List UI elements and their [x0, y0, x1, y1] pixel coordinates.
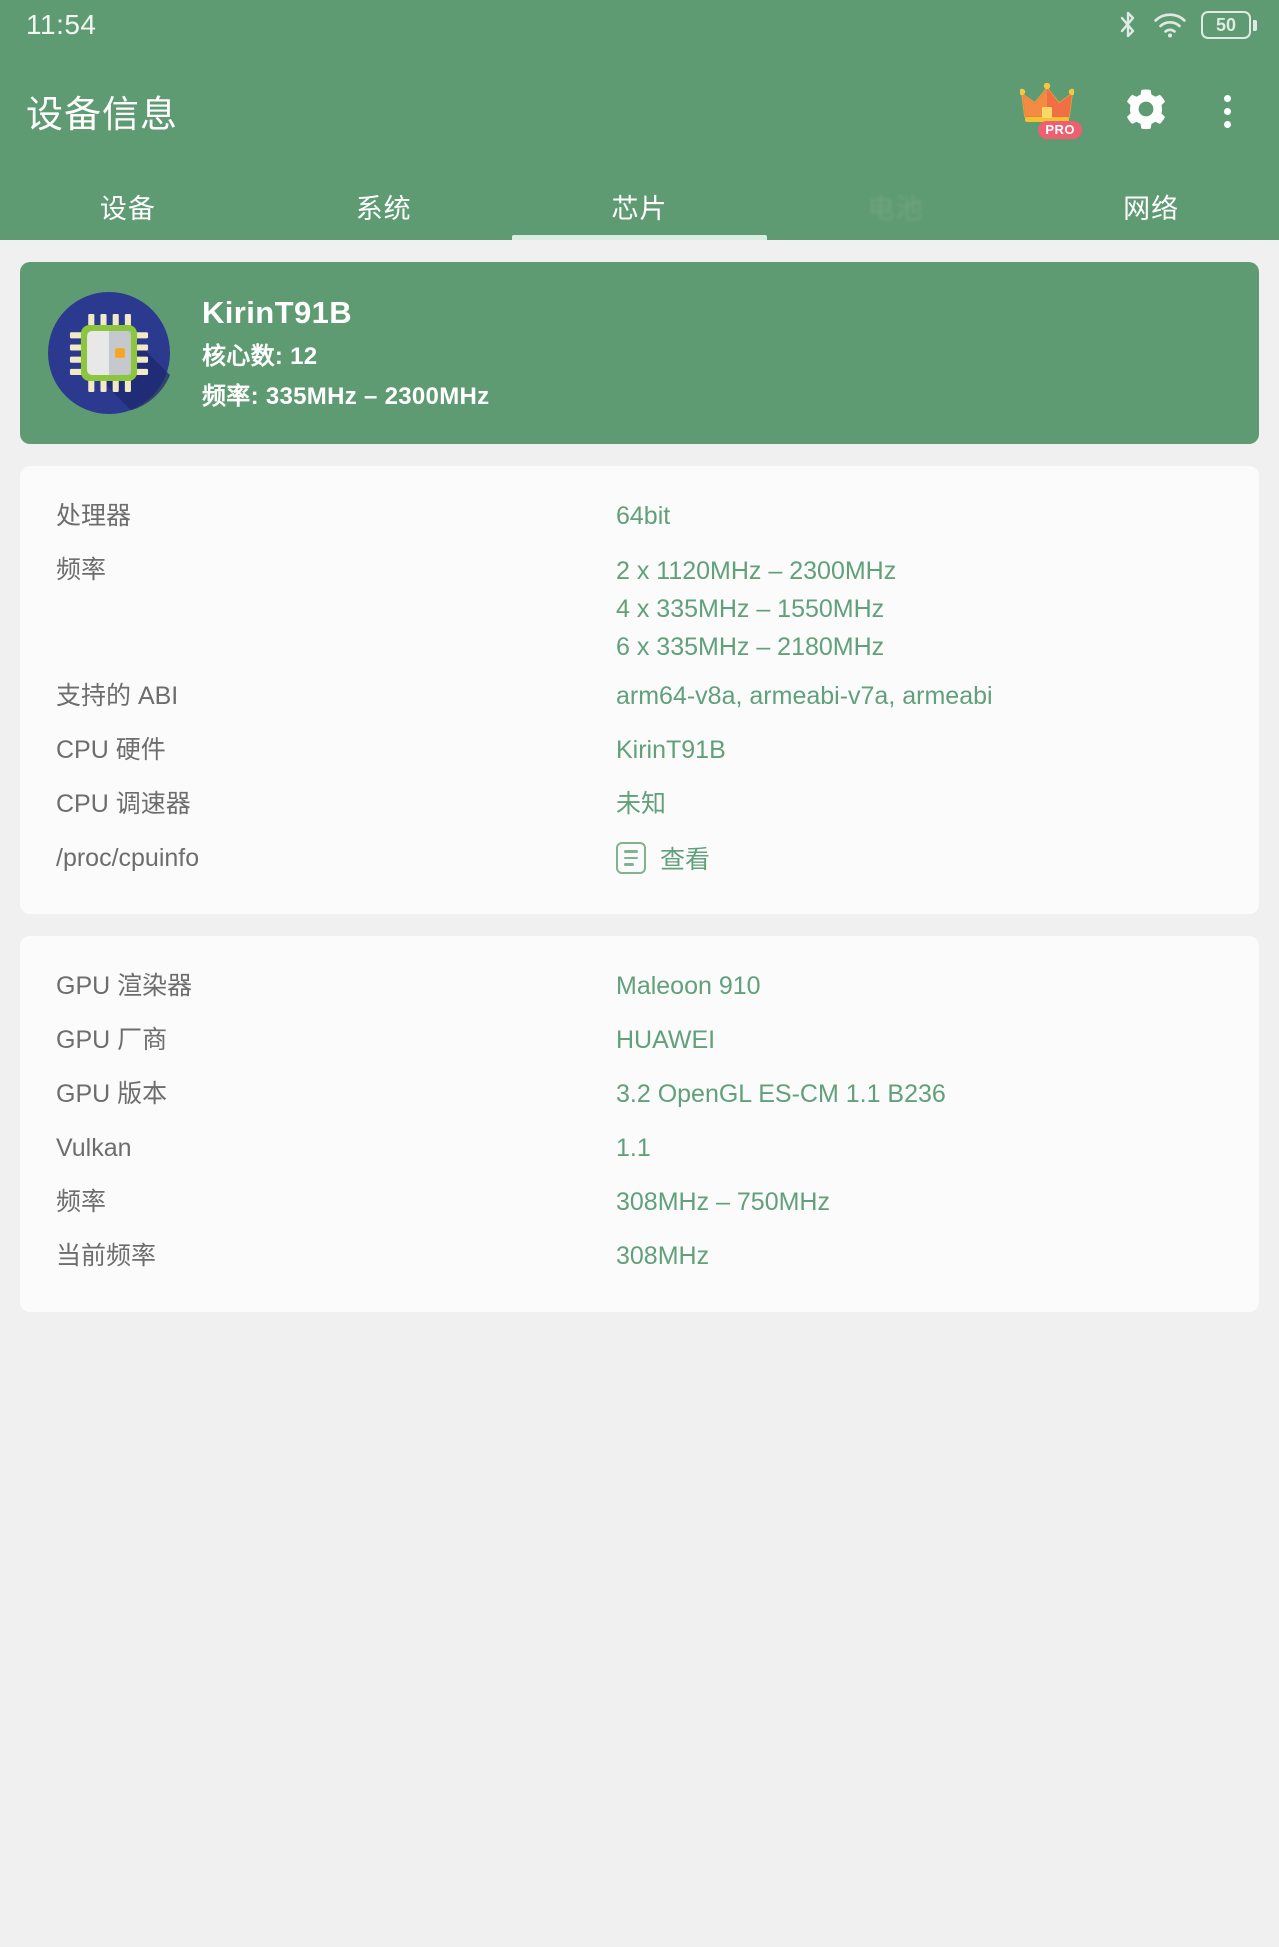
bluetooth-icon: [1117, 10, 1139, 40]
chip-name: KirinT91B: [202, 294, 353, 330]
cpuinfo-row[interactable]: /proc/cpuinfo 查看: [56, 834, 1223, 888]
row-label: /proc/cpuinfo: [56, 844, 200, 872]
gear-icon: [1122, 85, 1170, 138]
settings-button[interactable]: [1122, 85, 1170, 138]
cpu-chip-icon: [48, 292, 170, 414]
chip-frequency-range: 频率: 335MHz – 2300MHz: [202, 383, 490, 411]
table-row[interactable]: 频率 308MHz – 750MHz: [56, 1178, 1223, 1232]
status-clock: 11:54: [26, 9, 97, 40]
row-value: 3.2 OpenGL ES-CM 1.1 B236: [616, 1080, 946, 1108]
row-value: Maleoon 910: [616, 972, 761, 1000]
row-value: 1.1: [616, 1134, 651, 1162]
page-title: 设备信息: [26, 94, 178, 135]
app-bar-actions: PRO: [1018, 82, 1255, 139]
view-cpuinfo-button[interactable]: 查看: [616, 840, 710, 876]
table-row[interactable]: CPU 调速器 未知: [56, 780, 1223, 834]
app-bar: 设备信息 PRO: [0, 50, 1279, 172]
row-label: CPU 硬件: [56, 736, 166, 764]
row-label: GPU 渲染器: [56, 972, 193, 1000]
row-value: HUAWEI: [616, 1026, 716, 1054]
document-list-icon: [616, 842, 646, 874]
row-value: arm64-v8a, armeabi-v7a, armeabi: [616, 682, 993, 710]
view-label: 查看: [660, 846, 711, 874]
overflow-menu-button[interactable]: [1214, 91, 1241, 132]
pro-badge-label: PRO: [1038, 121, 1082, 139]
cpu-info-card: 处理器 64bit 频率 2 x 1120MHz – 2300MHz 4 x 3…: [20, 466, 1259, 914]
row-value: 未知: [616, 790, 667, 818]
tab-device[interactable]: 设备: [0, 172, 256, 240]
status-icon-group: 50: [1117, 10, 1257, 40]
row-value: 64bit: [616, 502, 671, 530]
table-row[interactable]: GPU 厂商 HUAWEI: [56, 1016, 1223, 1070]
pro-upgrade-button[interactable]: PRO: [1018, 82, 1082, 139]
table-row[interactable]: Vulkan 1.1: [56, 1124, 1223, 1178]
table-row[interactable]: 处理器 64bit: [56, 492, 1223, 546]
tab-chip[interactable]: 芯片: [512, 172, 768, 240]
row-label: Vulkan: [56, 1134, 132, 1162]
row-label: 支持的 ABI: [56, 682, 179, 710]
table-row[interactable]: 当前频率 308MHz: [56, 1232, 1223, 1286]
row-label: CPU 调速器: [56, 790, 191, 818]
chip-core-count: 核心数: 12: [202, 343, 318, 371]
tab-selected-indicator: [511, 235, 768, 240]
row-value: 2 x 1120MHz – 2300MHz 4 x 335MHz – 1550M…: [616, 557, 897, 661]
tab-system[interactable]: 系统: [256, 172, 512, 240]
table-row[interactable]: GPU 渲染器 Maleoon 910: [56, 962, 1223, 1016]
row-value: 308MHz – 750MHz: [616, 1188, 830, 1216]
table-row[interactable]: 频率 2 x 1120MHz – 2300MHz 4 x 335MHz – 15…: [56, 546, 1223, 672]
row-label: 频率: [56, 1188, 107, 1216]
status-bar: 11:54 50: [0, 0, 1279, 50]
chip-summary-card: KirinT91B 核心数: 12 频率: 335MHz – 2300MHz: [20, 262, 1259, 444]
tab-network[interactable]: 网络: [1023, 172, 1279, 240]
table-row[interactable]: GPU 版本 3.2 OpenGL ES-CM 1.1 B236: [56, 1070, 1223, 1124]
row-value: 308MHz: [616, 1242, 710, 1270]
table-row[interactable]: CPU 硬件 KirinT91B: [56, 726, 1223, 780]
tab-battery[interactable]: 电池: [767, 172, 1023, 240]
row-label: 处理器: [56, 502, 132, 530]
overflow-menu-icon: [1214, 91, 1241, 132]
row-label: 当前频率: [56, 1242, 157, 1270]
table-row[interactable]: 支持的 ABI arm64-v8a, armeabi-v7a, armeabi: [56, 672, 1223, 726]
row-label: GPU 厂商: [56, 1026, 168, 1054]
battery-level-text: 50: [1215, 15, 1237, 35]
wifi-icon: [1153, 12, 1187, 38]
row-value: KirinT91B: [616, 736, 726, 764]
content-area: KirinT91B 核心数: 12 频率: 335MHz – 2300MHz 处…: [0, 262, 1279, 1312]
row-label: GPU 版本: [56, 1080, 168, 1108]
battery-icon: 50: [1201, 11, 1257, 39]
chip-summary-text: KirinT91B 核心数: 12 频率: 335MHz – 2300MHz: [202, 294, 489, 413]
row-label: 频率: [56, 556, 107, 584]
tab-bar: 设备 系统 芯片 电池 网络: [0, 172, 1279, 240]
gpu-info-card: GPU 渲染器 Maleoon 910 GPU 厂商 HUAWEI GPU 版本…: [20, 936, 1259, 1312]
